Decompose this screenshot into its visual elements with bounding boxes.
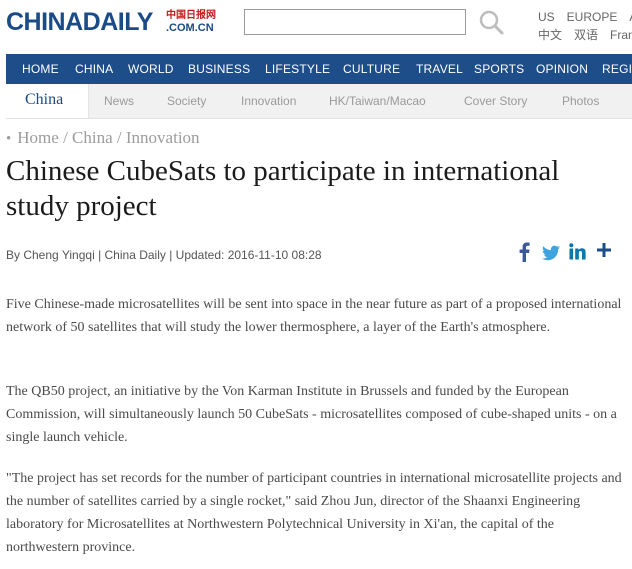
subnav-item-society[interactable]: Society: [167, 94, 206, 108]
breadcrumb-china[interactable]: China: [72, 128, 113, 147]
article-byline: By Cheng Yingqi | China Daily | Updated:…: [6, 248, 322, 262]
nav-item-business[interactable]: BUSINESS: [188, 54, 250, 84]
lang-link-french[interactable]: Fran: [610, 28, 632, 42]
subnav-active-label: China: [25, 91, 64, 108]
article-paragraph: The QB50 project, an initiative by the V…: [6, 384, 617, 445]
site-logo[interactable]: CHINADAILY 中国日报网 .COM.CN: [6, 8, 216, 37]
facebook-icon[interactable]: [517, 242, 531, 262]
section-subnav: China News Society Innovation HK/Taiwan/…: [6, 84, 632, 119]
plus-icon[interactable]: [597, 243, 611, 257]
article-paragraph: Five Chinese-made microsatellites will b…: [6, 297, 622, 335]
breadcrumb-separator: /: [112, 128, 126, 147]
subnav-item-china-active[interactable]: China: [6, 84, 89, 118]
linkedin-icon[interactable]: [569, 243, 586, 260]
nav-item-lifestyle[interactable]: LIFESTYLE: [265, 54, 330, 84]
nav-item-china[interactable]: CHINA: [75, 54, 113, 84]
lang-link-europe[interactable]: EUROPE: [567, 10, 618, 24]
search-icon[interactable]: [478, 9, 504, 35]
nav-item-opinion[interactable]: OPINION: [536, 54, 588, 84]
logo-side: 中国日报网 .COM.CN: [166, 10, 216, 34]
subnav-item-hk-taiwan-macao[interactable]: HK/Taiwan/Macao: [329, 94, 426, 108]
logo-text: CHINADAILY: [6, 8, 153, 36]
twitter-icon[interactable]: [542, 245, 560, 261]
lang-link-bilingual[interactable]: 双语: [574, 28, 598, 42]
nav-item-home[interactable]: HOME: [22, 54, 59, 84]
logo-cn-text: 中国日报网: [166, 10, 216, 21]
language-links-top: USEUROPEA: [538, 10, 632, 24]
nav-item-regions[interactable]: REGI: [602, 54, 632, 84]
site-header: CHINADAILY 中国日报网 .COM.CN USEUROPEA 中文双语F…: [0, 0, 632, 52]
lang-link-chinese[interactable]: 中文: [538, 28, 562, 42]
subnav-item-innovation[interactable]: Innovation: [241, 94, 296, 108]
breadcrumb-separator: /: [58, 128, 73, 147]
language-links-bottom: 中文 双语 Fran: [538, 26, 632, 43]
logo-domain-text: .COM.CN: [166, 22, 214, 34]
main-nav: HOME CHINA WORLD BUSINESS LIFESTYLE CULT…: [6, 54, 632, 84]
bullet-icon: •: [6, 131, 12, 147]
nav-item-culture[interactable]: CULTURE: [343, 54, 400, 84]
subnav-item-news[interactable]: News: [104, 94, 134, 108]
breadcrumb-home[interactable]: Home: [17, 128, 59, 147]
subnav-item-cover-story[interactable]: Cover Story: [464, 94, 527, 108]
breadcrumb-innovation[interactable]: Innovation: [126, 128, 200, 147]
article-paragraph: "The project has set records for the num…: [6, 471, 622, 555]
nav-item-travel[interactable]: TRAVEL: [416, 54, 463, 84]
nav-item-world[interactable]: WORLD: [128, 54, 174, 84]
search-input[interactable]: [244, 9, 466, 35]
lang-link-us[interactable]: US: [538, 10, 555, 24]
breadcrumb: • Home / China / Innovation: [6, 128, 200, 148]
subnav-item-photos[interactable]: Photos: [562, 94, 599, 108]
article-title: Chinese CubeSats to participate in inter…: [6, 155, 560, 222]
nav-item-sports[interactable]: SPORTS: [474, 54, 524, 84]
